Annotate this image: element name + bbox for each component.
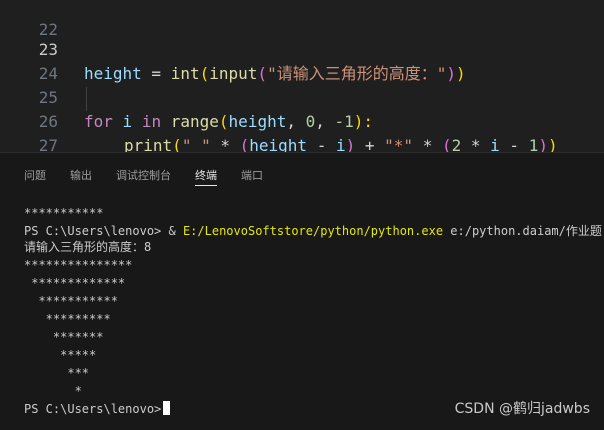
terminal-output[interactable]: *********** PS C:\Users\lenovo> & E:/Len… bbox=[24, 205, 604, 425]
token: ) bbox=[345, 136, 356, 152]
tab-output[interactable]: 输出 bbox=[70, 167, 92, 185]
token: + bbox=[355, 136, 385, 152]
tab-problems[interactable]: 问题 bbox=[24, 167, 46, 185]
token: * bbox=[210, 136, 240, 152]
triangle-row: *************** bbox=[24, 258, 133, 272]
tab-debug-console[interactable]: 调试控制台 bbox=[116, 167, 171, 185]
csdn-watermark: CSDN @鹤归jadwbs bbox=[454, 401, 590, 417]
token: height bbox=[249, 136, 308, 152]
token: ( bbox=[172, 136, 182, 152]
triangle-row: ********* bbox=[24, 312, 111, 326]
code-line-27[interactable]: 27 bbox=[0, 110, 604, 152]
token: * bbox=[413, 136, 442, 152]
terminal-prompt: PS C:\Users\lenovo> bbox=[24, 224, 169, 238]
triangle-row: * bbox=[24, 384, 82, 398]
token: - bbox=[307, 136, 336, 152]
triangle-row: ******* bbox=[24, 330, 104, 344]
line-number: 27 bbox=[38, 136, 58, 152]
triangle-row: ************* bbox=[24, 276, 126, 290]
tab-terminal[interactable]: 终端 bbox=[195, 167, 217, 186]
token: i bbox=[490, 136, 500, 152]
code-line-24[interactable]: 24 bbox=[0, 38, 604, 83]
python-exe-path: E:/LenovoSoftstore/python/python.exe bbox=[182, 224, 444, 238]
script-path: e:/python.daiam/作业题.py bbox=[450, 224, 604, 238]
terminal-command-line: PS C:\Users\lenovo> & E:/LenovoSoftstore… bbox=[24, 223, 604, 239]
token: - bbox=[499, 136, 529, 152]
terminal-cursor bbox=[163, 401, 171, 415]
code-line-23[interactable]: 23 height = int(input("请输入三角形的高度：")) bbox=[0, 14, 604, 83]
terminal-input-prompt: 请输入三角形的高度：8 bbox=[24, 240, 152, 254]
token: i bbox=[335, 136, 346, 152]
token: 2 bbox=[451, 136, 462, 152]
tab-ports[interactable]: 端口 bbox=[241, 167, 263, 185]
token: ( bbox=[441, 136, 452, 152]
triangle-row: *** bbox=[24, 366, 90, 380]
code-line-25[interactable]: 25 for i in range(height, 0, -1): bbox=[0, 62, 604, 131]
terminal-line: *********** bbox=[24, 206, 104, 220]
terminal-final-prompt: PS C:\Users\lenovo> bbox=[24, 402, 162, 416]
code-editor[interactable]: 22 23 height = int(input("请输入三角形的高度：")) … bbox=[0, 0, 604, 152]
token: "*" bbox=[384, 136, 414, 152]
token: 1 bbox=[528, 136, 539, 152]
code-line-26[interactable]: 26 print(" " * (height - i) + "*" * (2 *… bbox=[0, 86, 604, 152]
token: * bbox=[461, 136, 491, 152]
terminal-final-prompt-line: PS C:\Users\lenovo> bbox=[24, 401, 171, 417]
token: ) bbox=[547, 136, 558, 152]
token: ) bbox=[538, 136, 548, 152]
vscode-window: 22 23 height = int(input("请输入三角形的高度：")) … bbox=[0, 0, 604, 430]
token: print bbox=[124, 136, 173, 152]
triangle-row: ***** bbox=[24, 348, 97, 362]
token: " " bbox=[181, 136, 211, 152]
terminal-amp: & bbox=[168, 224, 183, 238]
triangle-row: *********** bbox=[24, 294, 118, 308]
bottom-panel: 问题 输出 调试控制台 终端 端口 *********** PS C:\User… bbox=[0, 152, 604, 430]
token: ( bbox=[239, 136, 250, 152]
panel-tabs: 问题 输出 调试控制台 终端 端口 bbox=[0, 153, 604, 197]
code-content: print(" " * (height - i) + "*" * (2 * i … bbox=[124, 134, 558, 152]
